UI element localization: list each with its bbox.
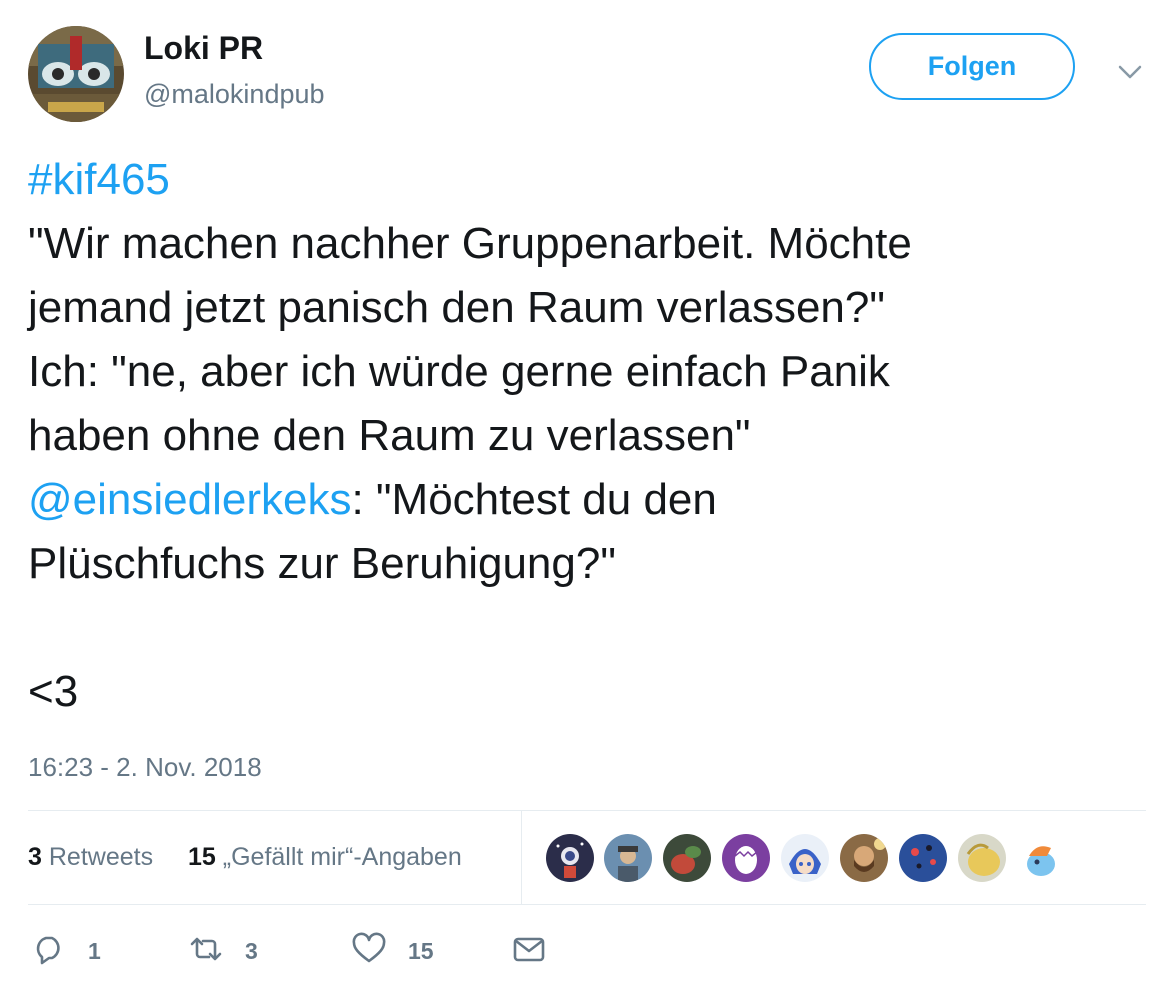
liker-avatar[interactable] [839,833,889,883]
tweet-card: Loki PR @malokindpub Folgen #kif465 "Wir… [0,0,1174,994]
liker-avatar[interactable] [662,833,712,883]
liker-avatar[interactable] [898,833,948,883]
hashtag-link[interactable]: #kif465 [28,155,170,204]
tweet-text: #kif465 "Wir machen nachher Gruppenarbei… [28,148,1158,724]
liker-avatar[interactable] [721,833,771,883]
user-avatar[interactable] [28,26,124,122]
user-handle[interactable]: @malokindpub [144,79,325,110]
likes-count: 15 [188,843,216,871]
retweets-stat[interactable]: 3 Retweets [28,843,153,872]
direct-message-action[interactable] [512,932,546,970]
like-count: 15 [408,937,434,964]
reply-icon [32,932,66,971]
divider [521,811,522,904]
tweet-line: Plüschfuchs zur Beruhigung?" [28,539,616,588]
retweet-action[interactable]: 3 [189,932,258,970]
liker-avatar[interactable] [780,833,830,883]
liker-avatar[interactable] [957,833,1007,883]
divider [28,904,1146,905]
liker-avatar[interactable] [1016,833,1066,883]
divider [28,810,1146,811]
likes-label: „Gefällt mir“-Angaben [222,843,462,871]
tweet-timestamp[interactable]: 16:23 - 2. Nov. 2018 [28,752,262,783]
reply-count: 1 [88,937,101,964]
follow-button[interactable]: Folgen [869,33,1075,100]
retweet-count: 3 [245,937,258,964]
retweets-label: Retweets [48,843,154,871]
tweet-line: "Wir machen nachher Gruppenarbeit. Möcht… [28,219,912,268]
likes-stat[interactable]: 15 „Gefällt mir“-Angaben [188,843,462,872]
like-action[interactable]: 15 [352,932,434,970]
tweet-line: haben ohne den Raum zu verlassen" [28,411,751,460]
reply-action[interactable]: 1 [32,932,101,970]
tweet-line: jemand jetzt panisch den Raum verlassen?… [28,283,885,332]
retweet-icon [189,932,223,971]
display-name[interactable]: Loki PR [144,30,263,67]
liker-avatar[interactable] [545,833,595,883]
chevron-down-icon[interactable] [1116,58,1144,86]
mention-link[interactable]: @einsiedlerkeks [28,475,351,524]
tweet-closing: <3 [28,667,79,716]
heart-icon [352,932,386,971]
tweet-line: Ich: "ne, aber ich würde gerne einfach P… [28,347,890,396]
envelope-icon [512,932,546,971]
retweets-count: 3 [28,843,42,871]
liker-avatar[interactable] [603,833,653,883]
tweet-line: : "Möchtest du den [351,475,717,524]
